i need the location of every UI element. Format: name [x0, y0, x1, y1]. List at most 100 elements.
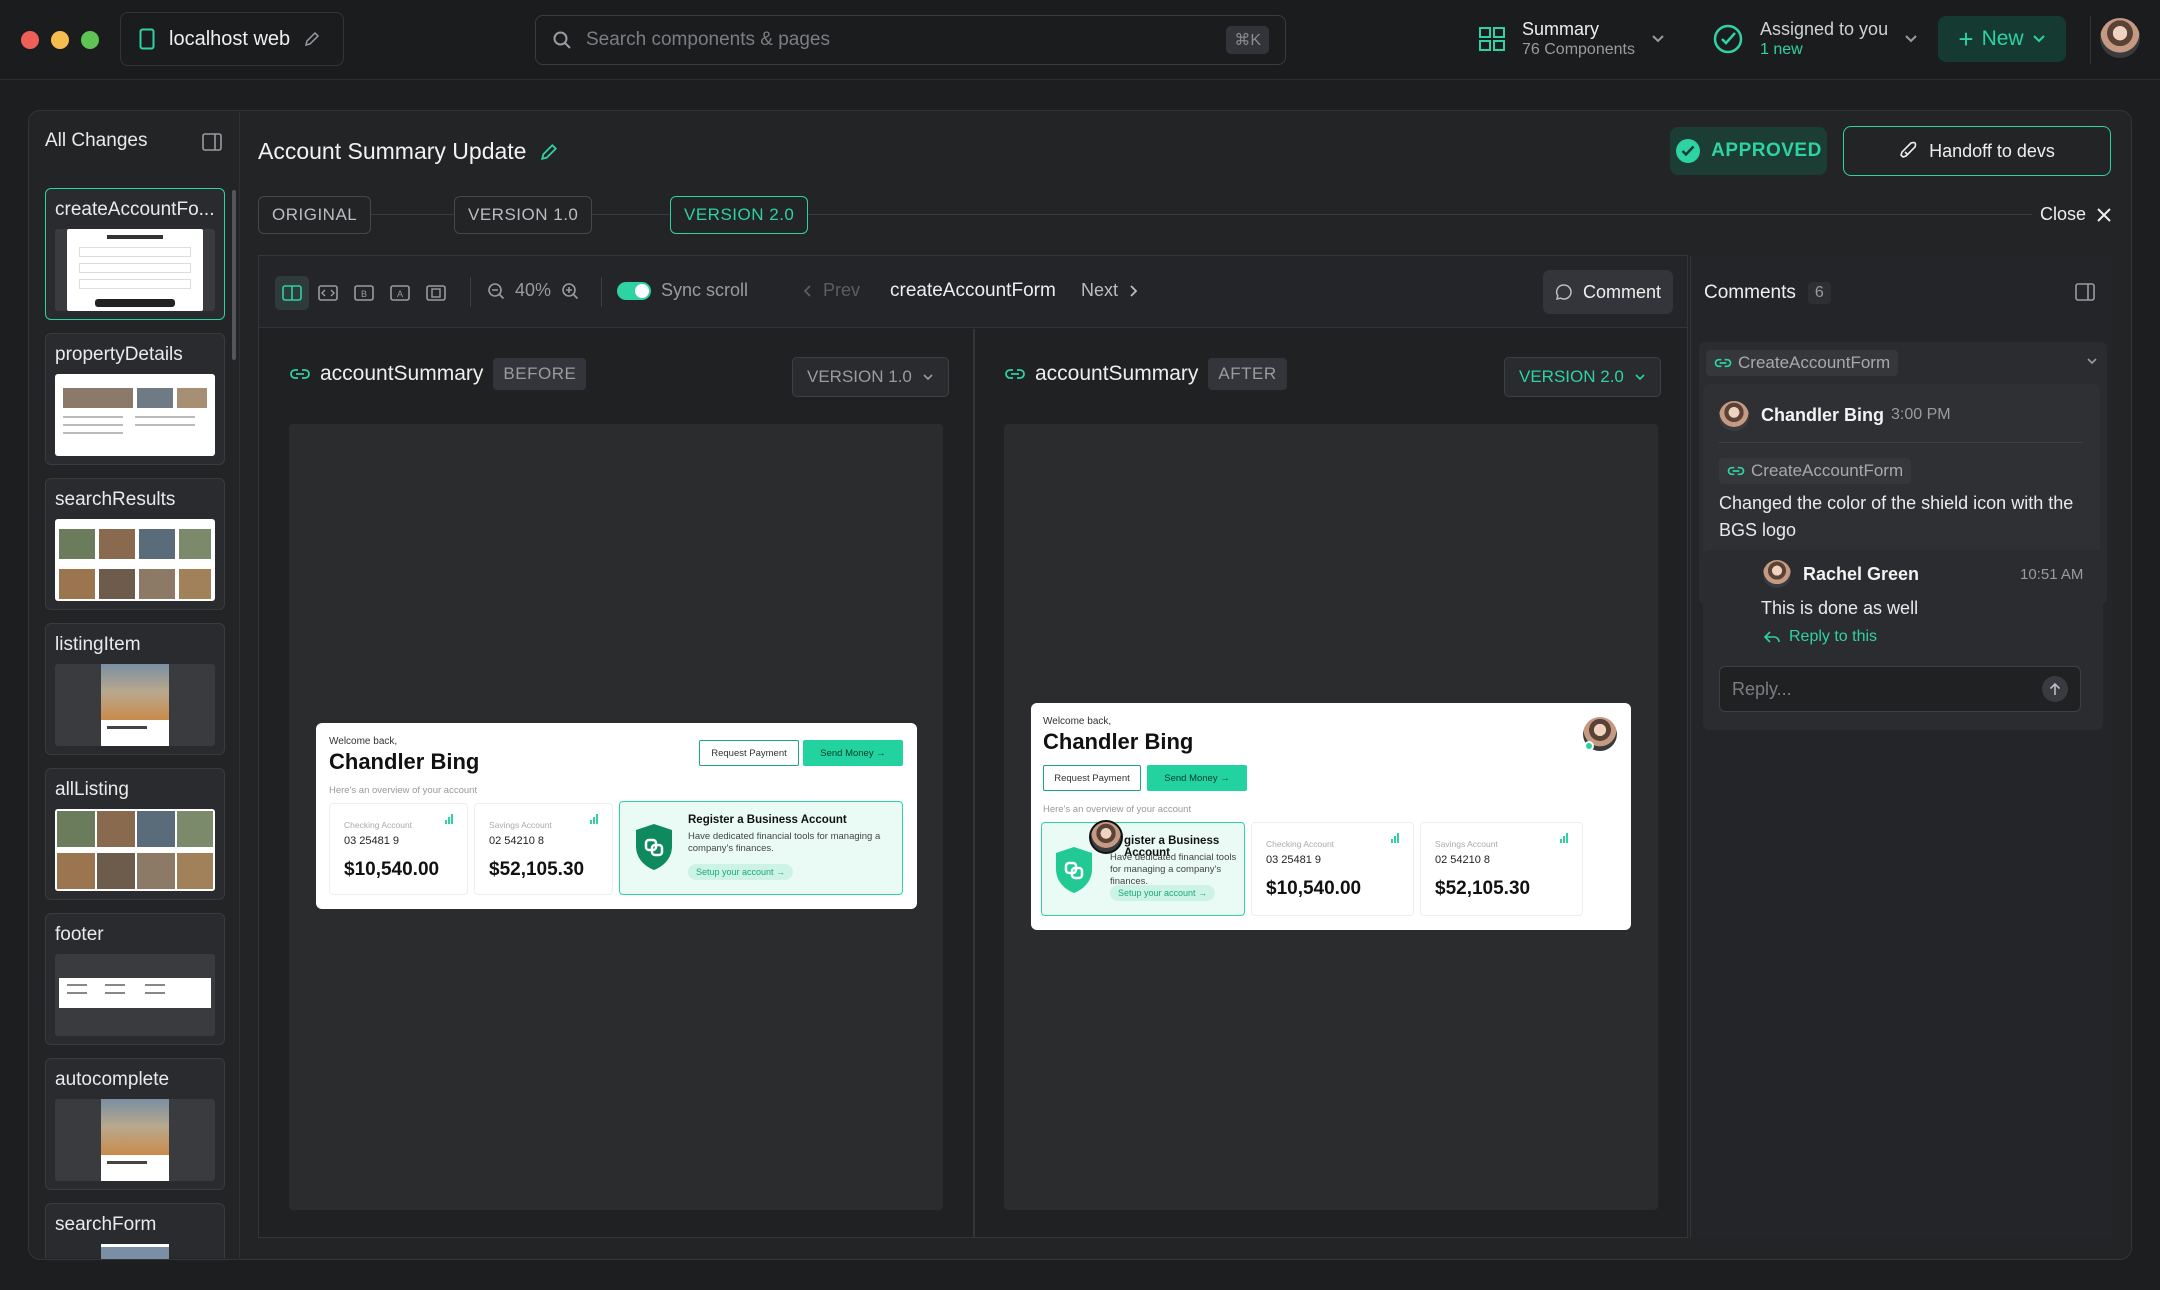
assigned-dropdown[interactable]: Assigned to you 1 new: [1712, 18, 1918, 60]
toggle-switch[interactable]: [617, 281, 651, 300]
tab-version-2[interactable]: VERSION 2.0: [670, 196, 809, 234]
next-label: Next: [1081, 280, 1119, 300]
overlay-view-icon[interactable]: [311, 276, 345, 310]
new-label: New: [1981, 27, 2024, 50]
savings-label: Savings Account: [1435, 839, 1498, 849]
comment-marker-avatar[interactable]: [1089, 820, 1123, 854]
request-payment-button[interactable]: Request Payment: [699, 740, 799, 766]
chart-bars-icon: [590, 814, 600, 824]
thread-reference-label: CreateAccountForm: [1738, 353, 1891, 372]
chevron-down-icon: [2032, 35, 2045, 43]
change-item-label: propertyDetails: [55, 344, 183, 365]
toolbar-divider: [601, 277, 602, 307]
send-reply-button[interactable]: [2042, 676, 2068, 702]
link-icon: [1005, 369, 1025, 379]
toolbar-divider: [470, 277, 471, 307]
reply-input[interactable]: Reply...: [1719, 666, 2081, 712]
before-version-select[interactable]: VERSION 1.0: [792, 357, 949, 397]
zoom-out-icon[interactable]: [487, 282, 505, 300]
maximize-window-button[interactable]: [81, 31, 99, 49]
request-payment-button[interactable]: Request Payment: [1043, 765, 1141, 791]
grid-icon: [1479, 27, 1505, 51]
next-button[interactable]: Next: [1081, 280, 1138, 301]
tab-version-1[interactable]: VERSION 1.0: [454, 196, 593, 234]
send-money-button[interactable]: Send Money →: [803, 740, 903, 766]
comment-author: Chandler Bing: [1761, 405, 1885, 425]
savings-account-card: Savings Account 02 54210 8 $52,105.30: [474, 803, 613, 895]
setup-account-link[interactable]: Setup your account →: [688, 864, 794, 880]
user-avatar[interactable]: [2100, 18, 2140, 58]
minimize-window-button[interactable]: [51, 31, 69, 49]
change-item-searchresults[interactable]: searchResults: [45, 478, 225, 610]
chevron-down-icon[interactable]: [2086, 357, 2098, 365]
change-item-createaccountform[interactable]: createAccountFo...: [45, 188, 225, 320]
change-item-thumbnail: [55, 664, 215, 746]
page-title-text: Account Summary Update: [258, 138, 527, 164]
send-money-button[interactable]: Send Money →: [1147, 765, 1247, 791]
welcome-text: Welcome back,: [329, 736, 398, 747]
zoom-control: 40%: [487, 280, 579, 301]
edit-icon[interactable]: [540, 143, 558, 161]
close-window-button[interactable]: [21, 31, 39, 49]
comment-button[interactable]: Comment: [1543, 270, 1673, 314]
chat-bubble-icon: [1555, 284, 1572, 301]
search-placeholder: Search components & pages: [586, 29, 830, 50]
business-description: Have dedicated financial tools for manag…: [688, 831, 881, 854]
change-item-label: footer: [55, 924, 104, 945]
prev-label: Prev: [823, 280, 861, 300]
assigned-title: Assigned to you: [1760, 19, 1889, 39]
sidebar-scrollbar[interactable]: [232, 190, 236, 360]
summary-count: 76 Components: [1522, 41, 1635, 58]
change-item-propertydetails[interactable]: propertyDetails: [45, 333, 225, 465]
change-item-footer[interactable]: footer: [45, 913, 225, 1045]
close-button[interactable]: Close: [2032, 204, 2113, 225]
checking-value: $10,540.00: [1266, 878, 1362, 899]
sync-scroll-toggle[interactable]: Sync scroll: [617, 280, 748, 301]
change-item-listingitem[interactable]: listingItem: [45, 623, 225, 755]
reply-placeholder: Reply...: [1732, 678, 1792, 699]
comment-reference[interactable]: CreateAccountForm: [1719, 458, 1912, 484]
summary-dropdown[interactable]: Summary 76 Components: [1478, 18, 1665, 60]
author-avatar: [1719, 401, 1749, 431]
after-preview-card: Welcome back, Chandler Bing Request Paym…: [1031, 703, 1631, 930]
after-version-select[interactable]: VERSION 2.0: [1504, 357, 1661, 397]
after-component-name: accountSummary: [1035, 362, 1199, 385]
before-pane-header: accountSummary BEFORE: [290, 358, 587, 390]
edit-icon[interactable]: [304, 31, 320, 47]
link-icon: [290, 369, 310, 379]
prev-button[interactable]: Prev: [803, 280, 860, 301]
project-selector[interactable]: localhost web: [120, 12, 344, 66]
assigned-count: 1 new: [1760, 41, 1803, 58]
reply-text: This is done as well: [1761, 598, 1919, 618]
change-item-autocomplete[interactable]: autocomplete: [45, 1058, 225, 1190]
before-component-name: accountSummary: [320, 362, 484, 385]
link-icon: [1714, 358, 1732, 368]
chevron-right-icon: [1130, 284, 1138, 297]
split-view-icon[interactable]: [275, 276, 309, 310]
diff-view-icon[interactable]: [419, 276, 453, 310]
panel-toggle-icon[interactable]: [202, 133, 222, 151]
zoom-in-icon[interactable]: [561, 282, 579, 300]
tab-original[interactable]: ORIGINAL: [258, 196, 372, 234]
summary-title: Summary: [1522, 19, 1600, 39]
after-pane-header: accountSummary AFTER: [1005, 358, 1287, 390]
after-view-icon[interactable]: A: [383, 276, 417, 310]
panel-toggle-icon[interactable]: [2075, 283, 2095, 301]
thread-reference[interactable]: CreateAccountForm: [1706, 350, 1899, 376]
reply-link[interactable]: Reply to this: [1763, 628, 1877, 646]
business-account-card: Register a Business Account Have dedicat…: [619, 801, 903, 895]
change-item-thumbnail: [55, 229, 215, 311]
setup-account-link[interactable]: Setup your account →: [1110, 885, 1216, 901]
search-input[interactable]: Search components & pages ⌘K: [535, 15, 1286, 65]
change-item-searchform[interactable]: searchForm: [45, 1203, 225, 1259]
change-item-label: autocomplete: [55, 1069, 170, 1090]
handoff-button[interactable]: Handoff to devs: [1843, 126, 2111, 176]
before-view-icon[interactable]: B: [347, 276, 381, 310]
sidebar-title: All Changes: [45, 130, 148, 151]
current-component: createAccountForm: [890, 280, 1056, 301]
change-item-thumbnail: [55, 519, 215, 601]
new-button[interactable]: + New: [1938, 16, 2066, 62]
comments-header: Comments 6: [1704, 282, 1831, 304]
change-item-alllisting[interactable]: allListing: [45, 768, 225, 900]
pane-divider[interactable]: [973, 329, 975, 1238]
